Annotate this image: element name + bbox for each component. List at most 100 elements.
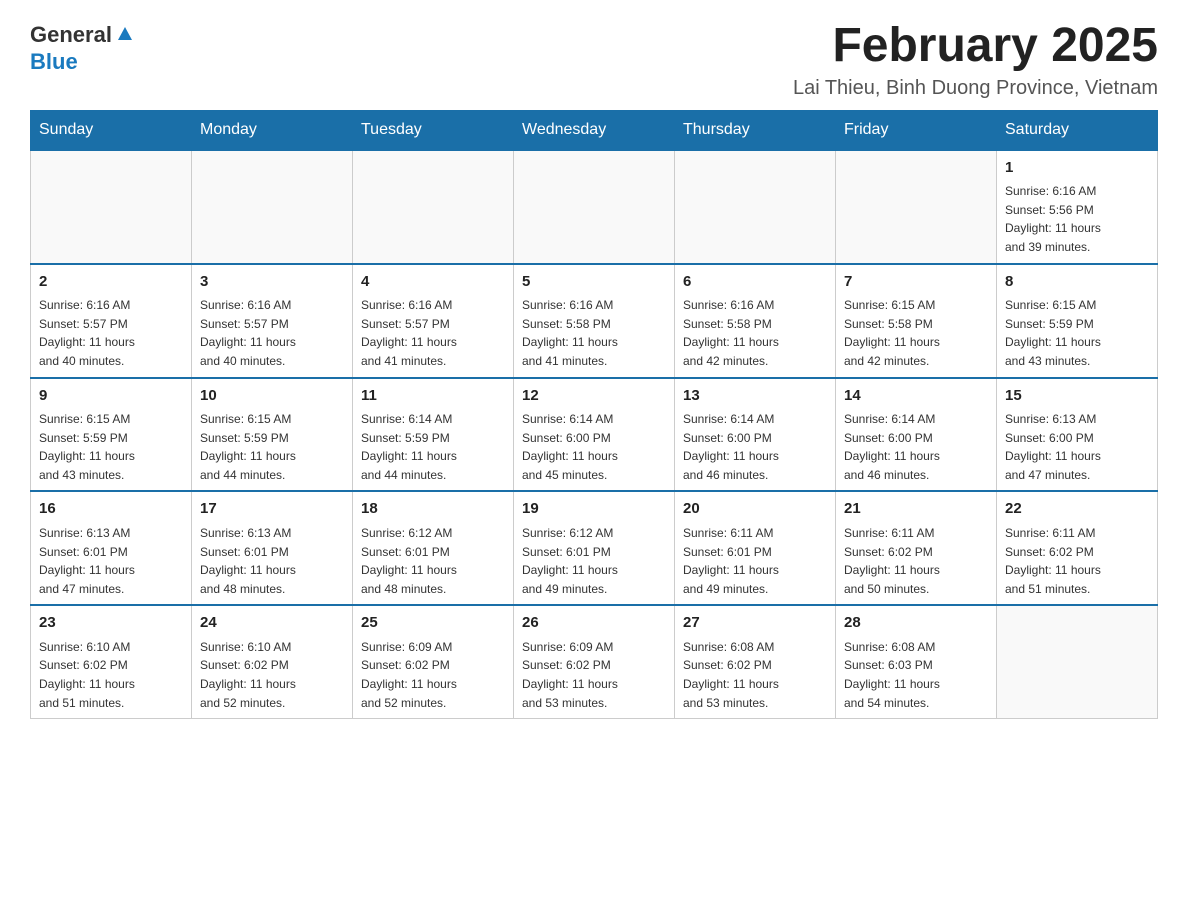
day-number: 8	[1005, 271, 1149, 294]
calendar-cell: 28 Sunrise: 6:08 AM Sunset: 6:03 PM Dayli…	[836, 605, 997, 718]
day-number: 6	[683, 271, 827, 294]
day-number: 25	[361, 612, 505, 635]
day-info: Sunrise: 6:15 AM Sunset: 5:58 PM Dayligh…	[844, 296, 988, 370]
day-number: 13	[683, 385, 827, 408]
calendar-cell: 2Sunrise: 6:16 AM Sunset: 5:57 PM Daylig…	[31, 264, 192, 378]
day-number: 21	[844, 498, 988, 521]
calendar-cell: 19 Sunrise: 6:12 AM Sunset: 6:01 PM Dayli…	[514, 491, 675, 605]
day-info: Sunrise: 6:13 AM Sunset: 6:01 PM Dayligh…	[200, 524, 344, 598]
calendar-cell	[31, 150, 192, 264]
day-number: 9	[39, 385, 183, 408]
column-header-saturday: Saturday	[997, 110, 1158, 150]
calendar-cell	[836, 150, 997, 264]
day-number: 24	[200, 612, 344, 635]
calendar-header-row: SundayMondayTuesdayWednesdayThursdayFrid…	[31, 110, 1158, 150]
day-info: Sunrise: 6:11 AM Sunset: 6:02 PM Dayligh…	[1005, 524, 1149, 598]
column-header-wednesday: Wednesday	[514, 110, 675, 150]
calendar-cell: 8Sunrise: 6:15 AM Sunset: 5:59 PM Daylig…	[997, 264, 1158, 378]
day-info: Sunrise: 6:16 AM Sunset: 5:57 PM Dayligh…	[39, 296, 183, 370]
calendar-cell: 23 Sunrise: 6:10 AM Sunset: 6:02 PM Dayli…	[31, 605, 192, 718]
day-info: Sunrise: 6:11 AM Sunset: 6:02 PM Dayligh…	[844, 524, 988, 598]
calendar-cell: 10Sunrise: 6:15 AM Sunset: 5:59 PM Dayli…	[192, 378, 353, 492]
column-header-tuesday: Tuesday	[353, 110, 514, 150]
day-info: Sunrise: 6:15 AM Sunset: 5:59 PM Dayligh…	[1005, 296, 1149, 370]
day-info: Sunrise: 6:10 AM Sunset: 6:02 PM Dayligh…	[200, 638, 344, 712]
calendar-cell: 14Sunrise: 6:14 AM Sunset: 6:00 PM Dayli…	[836, 378, 997, 492]
day-number: 23	[39, 612, 183, 635]
day-number: 1	[1005, 157, 1149, 180]
day-info: Sunrise: 6:08 AM Sunset: 6:02 PM Dayligh…	[683, 638, 827, 712]
day-number: 2	[39, 271, 183, 294]
day-info: Sunrise: 6:14 AM Sunset: 6:00 PM Dayligh…	[683, 410, 827, 484]
day-number: 5	[522, 271, 666, 294]
calendar-cell: 17 Sunrise: 6:13 AM Sunset: 6:01 PM Dayli…	[192, 491, 353, 605]
calendar-cell: 4Sunrise: 6:16 AM Sunset: 5:57 PM Daylig…	[353, 264, 514, 378]
calendar-cell: 25 Sunrise: 6:09 AM Sunset: 6:02 PM Dayli…	[353, 605, 514, 718]
day-info: Sunrise: 6:08 AM Sunset: 6:03 PM Dayligh…	[844, 638, 988, 712]
day-info: Sunrise: 6:14 AM Sunset: 6:00 PM Dayligh…	[844, 410, 988, 484]
day-number: 4	[361, 271, 505, 294]
logo-triangle-icon	[114, 22, 136, 49]
day-info: Sunrise: 6:12 AM Sunset: 6:01 PM Dayligh…	[361, 524, 505, 598]
day-number: 12	[522, 385, 666, 408]
day-info: Sunrise: 6:13 AM Sunset: 6:00 PM Dayligh…	[1005, 410, 1149, 484]
calendar-cell: 26 Sunrise: 6:09 AM Sunset: 6:02 PM Dayli…	[514, 605, 675, 718]
day-info: Sunrise: 6:09 AM Sunset: 6:02 PM Dayligh…	[361, 638, 505, 712]
calendar-cell: 20 Sunrise: 6:11 AM Sunset: 6:01 PM Dayli…	[675, 491, 836, 605]
day-number: 7	[844, 271, 988, 294]
column-header-thursday: Thursday	[675, 110, 836, 150]
column-header-monday: Monday	[192, 110, 353, 150]
calendar-week-row: 9Sunrise: 6:15 AM Sunset: 5:59 PM Daylig…	[31, 378, 1158, 492]
day-number: 20	[683, 498, 827, 521]
day-info: Sunrise: 6:09 AM Sunset: 6:02 PM Dayligh…	[522, 638, 666, 712]
column-header-friday: Friday	[836, 110, 997, 150]
day-info: Sunrise: 6:14 AM Sunset: 5:59 PM Dayligh…	[361, 410, 505, 484]
calendar-cell: 22 Sunrise: 6:11 AM Sunset: 6:02 PM Dayli…	[997, 491, 1158, 605]
column-header-sunday: Sunday	[31, 110, 192, 150]
calendar-cell: 27 Sunrise: 6:08 AM Sunset: 6:02 PM Dayli…	[675, 605, 836, 718]
day-number: 18	[361, 498, 505, 521]
day-number: 15	[1005, 385, 1149, 408]
calendar-cell: 11Sunrise: 6:14 AM Sunset: 5:59 PM Dayli…	[353, 378, 514, 492]
day-number: 27	[683, 612, 827, 635]
day-number: 14	[844, 385, 988, 408]
day-info: Sunrise: 6:16 AM Sunset: 5:58 PM Dayligh…	[683, 296, 827, 370]
day-number: 3	[200, 271, 344, 294]
calendar-week-row: 2Sunrise: 6:16 AM Sunset: 5:57 PM Daylig…	[31, 264, 1158, 378]
calendar-cell: 24 Sunrise: 6:10 AM Sunset: 6:02 PM Dayli…	[192, 605, 353, 718]
calendar-week-row: 1Sunrise: 6:16 AM Sunset: 5:56 PM Daylig…	[31, 150, 1158, 264]
calendar-cell	[192, 150, 353, 264]
day-number: 10	[200, 385, 344, 408]
logo-blue-text: Blue	[30, 49, 78, 74]
day-info: Sunrise: 6:15 AM Sunset: 5:59 PM Dayligh…	[39, 410, 183, 484]
day-number: 28	[844, 612, 988, 635]
day-number: 26	[522, 612, 666, 635]
calendar-cell: 16Sunrise: 6:13 AM Sunset: 6:01 PM Dayli…	[31, 491, 192, 605]
logo-general-text: General	[30, 22, 112, 48]
day-number: 22	[1005, 498, 1149, 521]
calendar-cell: 15Sunrise: 6:13 AM Sunset: 6:00 PM Dayli…	[997, 378, 1158, 492]
calendar-cell	[997, 605, 1158, 718]
calendar-cell: 13Sunrise: 6:14 AM Sunset: 6:00 PM Dayli…	[675, 378, 836, 492]
title-area: February 2025 Lai Thieu, Binh Duong Prov…	[793, 20, 1158, 100]
calendar-cell: 7Sunrise: 6:15 AM Sunset: 5:58 PM Daylig…	[836, 264, 997, 378]
day-number: 17	[200, 498, 344, 521]
calendar-week-row: 16 Sunrise: 6:13 AM Sunset: 6:01 PM Dayli…	[31, 491, 1158, 605]
day-number: 16	[39, 498, 183, 521]
day-info: Sunrise: 6:16 AM Sunset: 5:56 PM Dayligh…	[1005, 182, 1149, 256]
calendar-week-row: 23 Sunrise: 6:10 AM Sunset: 6:02 PM Dayli…	[31, 605, 1158, 718]
day-info: Sunrise: 6:16 AM Sunset: 5:58 PM Dayligh…	[522, 296, 666, 370]
month-title: February 2025	[793, 20, 1158, 73]
calendar-cell: 1Sunrise: 6:16 AM Sunset: 5:56 PM Daylig…	[997, 150, 1158, 264]
day-info: Sunrise: 6:10 AM Sunset: 6:02 PM Dayligh…	[39, 638, 183, 712]
day-number: 19	[522, 498, 666, 521]
calendar-cell: 3Sunrise: 6:16 AM Sunset: 5:57 PM Daylig…	[192, 264, 353, 378]
calendar-cell: 6Sunrise: 6:16 AM Sunset: 5:58 PM Daylig…	[675, 264, 836, 378]
day-info: Sunrise: 6:12 AM Sunset: 6:01 PM Dayligh…	[522, 524, 666, 598]
page-header: General Blue February 2025 Lai Thieu, Bi…	[30, 20, 1158, 100]
calendar-cell	[675, 150, 836, 264]
day-info: Sunrise: 6:16 AM Sunset: 5:57 PM Dayligh…	[361, 296, 505, 370]
logo: General Blue	[30, 20, 136, 75]
day-info: Sunrise: 6:11 AM Sunset: 6:01 PM Dayligh…	[683, 524, 827, 598]
location-text: Lai Thieu, Binh Duong Province, Vietnam	[793, 77, 1158, 100]
